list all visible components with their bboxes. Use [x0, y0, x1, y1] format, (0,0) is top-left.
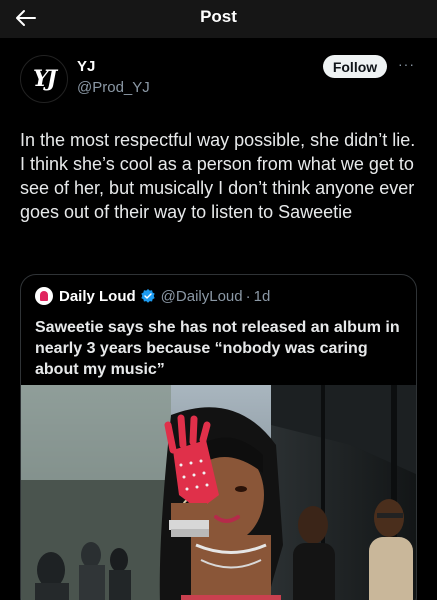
more-options-icon[interactable]: ···	[398, 56, 415, 72]
page-title: Post	[200, 7, 237, 26]
avatar-logo: YJ	[32, 66, 57, 92]
author-name[interactable]: YJ	[77, 58, 95, 75]
separator-dot: ·	[245, 287, 251, 305]
quoted-post-header: Daily Loud @DailyLoud · 1d	[35, 287, 270, 305]
avatar[interactable]: YJ	[20, 55, 68, 103]
photo-illustration	[21, 385, 416, 600]
top-bar: Post	[0, 0, 437, 38]
author-handle[interactable]: @Prod_YJ	[77, 79, 150, 96]
follow-button[interactable]: Follow	[323, 55, 387, 78]
quoted-avatar	[35, 287, 53, 305]
quoted-author-handle: @DailyLoud	[160, 287, 243, 305]
verified-badge-icon	[141, 289, 155, 303]
quoted-post-text: Saweetie says she has not released an al…	[35, 319, 400, 378]
tweet-text: In the most respectful way possible, she…	[20, 130, 416, 222]
quoted-post[interactable]: Daily Loud @DailyLoud · 1d Saweetie says…	[20, 274, 417, 600]
quoted-timestamp: 1d	[253, 287, 271, 305]
quoted-post-photo[interactable]	[21, 385, 416, 600]
quoted-author-name: Daily Loud	[59, 287, 136, 305]
